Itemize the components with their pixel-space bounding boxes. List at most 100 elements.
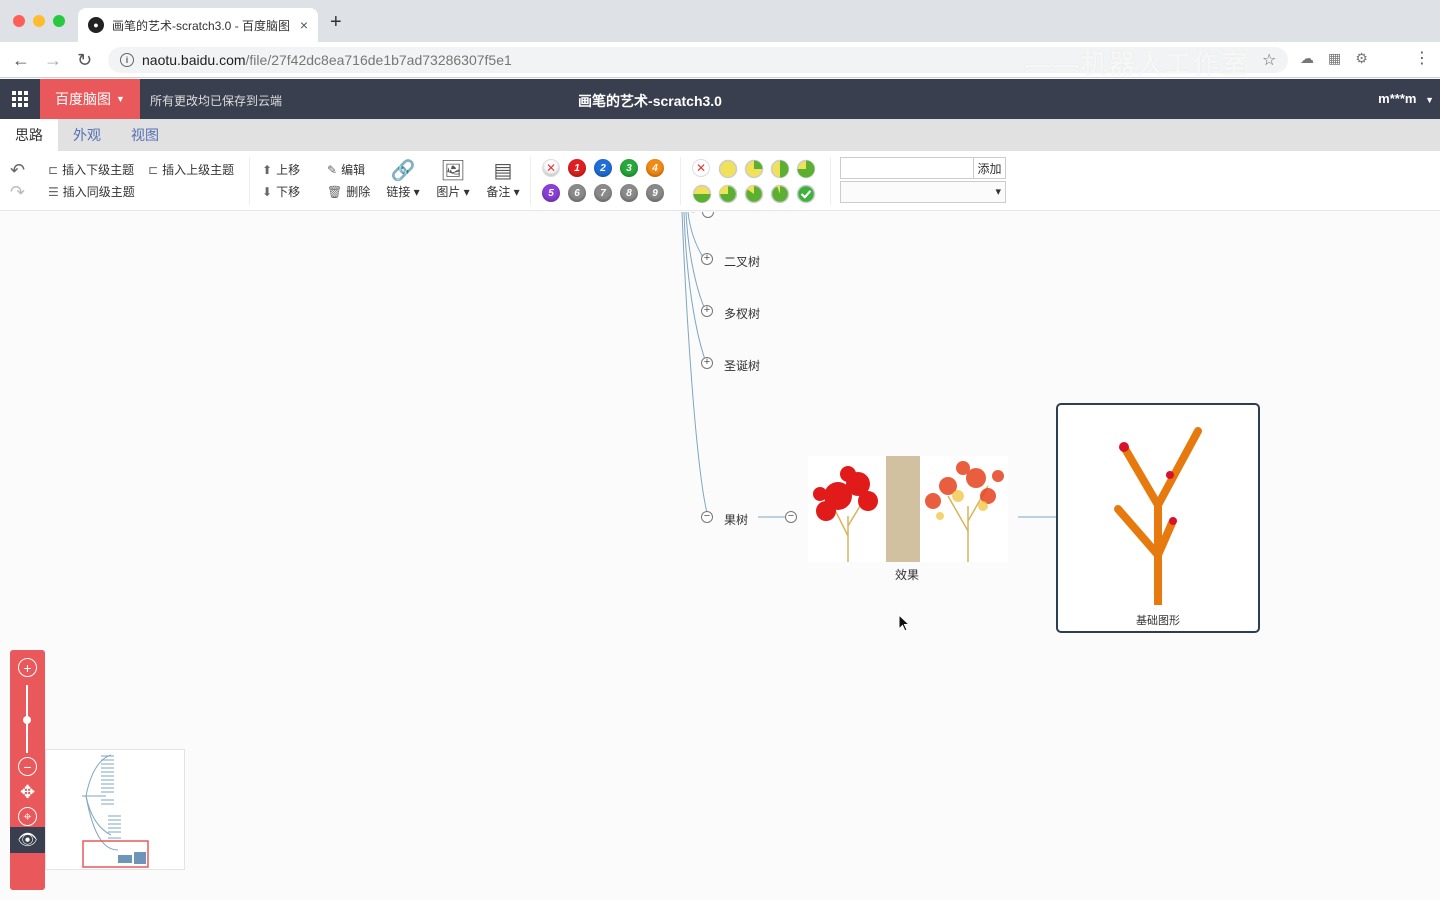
forward-arrow-icon[interactable]: → [44,50,62,70]
priority-icon[interactable]: 9 [646,184,664,202]
delete-button[interactable]: 🗑 删除 [327,183,370,200]
locate-root-icon[interactable]: ⌖ [18,807,37,826]
priority-icon[interactable]: 2 [594,159,612,177]
node-expand-toggle[interactable]: + [701,305,713,317]
node-collapse-toggle[interactable]: − [785,511,797,523]
move-down-button[interactable]: ⬇ 下移 [262,183,300,200]
tab-title: 画笔的艺术-scratch3.0 - 百度脑图 [112,18,291,33]
document-title[interactable]: 画笔的艺术-scratch3.0 [0,91,1300,111]
link-button[interactable]: 🔗 链接 ▾ [383,159,423,200]
insert-sibling-button[interactable]: ☰ 插入同级主题 [48,183,135,200]
priority-icon[interactable]: 4 [646,159,664,177]
priority-icon[interactable]: 6 [568,184,586,202]
toolbar-divider [530,157,531,205]
progress-2-icon[interactable] [770,159,790,179]
url-path: /file/27f42dc8ea716de1b7ad73286307f5e1 [245,52,512,68]
navigator-eye-icon[interactable]: 👁 [10,827,45,853]
node-expand-toggle[interactable]: + [701,357,713,369]
mindmap-canvas[interactable]: − + 二叉树 + 多杈树 + 圣诞树 − 果树 − [0,212,1440,900]
progress-4-icon[interactable] [692,184,712,204]
toolbar-divider [249,157,250,205]
zoom-out-icon[interactable]: − [18,757,37,776]
basic-shape-node[interactable]: 基础图形 [1056,403,1260,633]
toolbar-divider [830,157,831,205]
edit-button[interactable]: ✎ 编辑 [327,161,365,178]
note-label: 备注 [486,185,511,199]
priority-clear-icon[interactable]: ✕ [542,159,560,177]
zoom-panel: + − ✥ ⌖ 👁 [10,650,45,890]
progress-1-icon[interactable] [744,159,764,179]
node-collapse-toggle[interactable]: − [701,511,713,523]
app-header: 百度脑图 ▼ 所有更改均已保存到云端 画笔的艺术-scratch3.0 m***… [0,79,1440,119]
browser-menu-icon[interactable]: ⋮ [1414,48,1430,68]
zoom-in-icon[interactable]: + [18,658,37,677]
browser-tab[interactable]: ● 画笔的艺术-scratch3.0 - 百度脑图 × [78,8,318,42]
priority-icon[interactable]: 3 [620,159,638,177]
mindmap-node[interactable]: 果树 [724,511,748,528]
progress-6-icon[interactable] [744,184,764,204]
progress-0-icon[interactable] [718,159,738,179]
bookmark-star-icon[interactable]: ☆ [1262,50,1276,70]
tab-close-icon[interactable]: × [300,17,308,33]
resource-select[interactable] [840,181,1006,203]
progress-3-icon[interactable] [796,159,816,179]
insert-sibling-label: 插入同级主题 [62,185,135,199]
priority-icon[interactable]: 8 [620,184,638,202]
effect-image-node[interactable] [808,456,1008,562]
mindmap-node[interactable]: 二叉树 [724,253,760,270]
link-icon: 🔗 [390,160,416,182]
progress-5-icon[interactable] [718,184,738,204]
basic-shape-caption: 基础图形 [1136,615,1180,627]
mouse-cursor-icon [898,614,911,632]
insert-parent-icon: ⊏ [148,162,159,177]
trash-icon: 🗑 [327,184,343,199]
link-label: 链接 [386,185,411,199]
reload-icon[interactable]: ↻ [77,50,92,70]
insert-child-icon: ⊏ [48,162,59,177]
basic-tree-image [1114,427,1202,605]
resource-add-button[interactable]: 添加 [974,157,1006,179]
mindmap-node[interactable]: 多杈树 [724,305,760,322]
resource-input[interactable] [840,157,974,179]
zoom-slider-thumb[interactable] [23,716,31,724]
minimap-preview [82,754,149,868]
toolbar: ↶ ↷ ⊏ 插入下级主题 ⊏ 插入上级主题 ☰ 插入同级主题 ⬆ 上移 ⬇ 下移… [0,151,1440,211]
image-label: 图片 [436,185,461,199]
priority-icon[interactable]: 1 [568,159,586,177]
minimap[interactable] [45,749,185,870]
progress-7-icon[interactable] [770,184,790,204]
undo-icon[interactable]: ↶ [10,160,25,181]
node-expand-toggle[interactable]: + [701,253,713,265]
extension-colorful-icon[interactable]: ▦ [1328,50,1341,67]
video-watermark: ——机器人工作室 [1025,49,1250,79]
tab-appearance[interactable]: 外观 [58,119,116,151]
user-menu[interactable]: m***m ▼ [1378,91,1434,106]
window-minimize-button[interactable] [33,15,45,27]
redo-icon[interactable]: ↷ [10,182,25,203]
extension-cloud-icon[interactable]: ☁ [1300,50,1314,67]
progress-clear-icon[interactable]: ✕ [692,159,710,177]
priority-icon[interactable]: 7 [594,184,612,202]
back-arrow-icon[interactable]: ← [12,50,30,70]
note-button[interactable]: ▤ 备注 ▾ [483,159,523,200]
priority-icon[interactable]: 5 [542,184,560,202]
progress-done-icon[interactable] [796,184,816,204]
tab-idea[interactable]: 思路 [0,119,58,151]
new-tab-button[interactable]: + [330,12,342,32]
tab-view[interactable]: 视图 [116,119,174,151]
delete-label: 删除 [346,185,371,199]
insert-parent-button[interactable]: ⊏ 插入上级主题 [148,161,234,178]
edit-label: 编辑 [341,163,366,177]
arrow-down-icon: ⬇ [262,184,273,199]
window-maximize-button[interactable] [53,15,65,27]
insert-child-button[interactable]: ⊏ 插入下级主题 [48,161,134,178]
site-info-icon[interactable]: i [120,53,134,67]
browser-tab-strip: ● 画笔的艺术-scratch3.0 - 百度脑图 × + [0,0,1440,42]
insert-sibling-icon: ☰ [48,184,59,199]
mindmap-node[interactable]: 圣诞树 [724,357,760,374]
move-hand-icon[interactable]: ✥ [18,782,37,802]
image-button[interactable]: 🖼 图片 ▾ [433,159,473,200]
move-up-button[interactable]: ⬆ 上移 [262,161,300,178]
window-close-button[interactable] [13,15,25,27]
extension-gear-icon[interactable]: ⚙ [1355,50,1368,67]
